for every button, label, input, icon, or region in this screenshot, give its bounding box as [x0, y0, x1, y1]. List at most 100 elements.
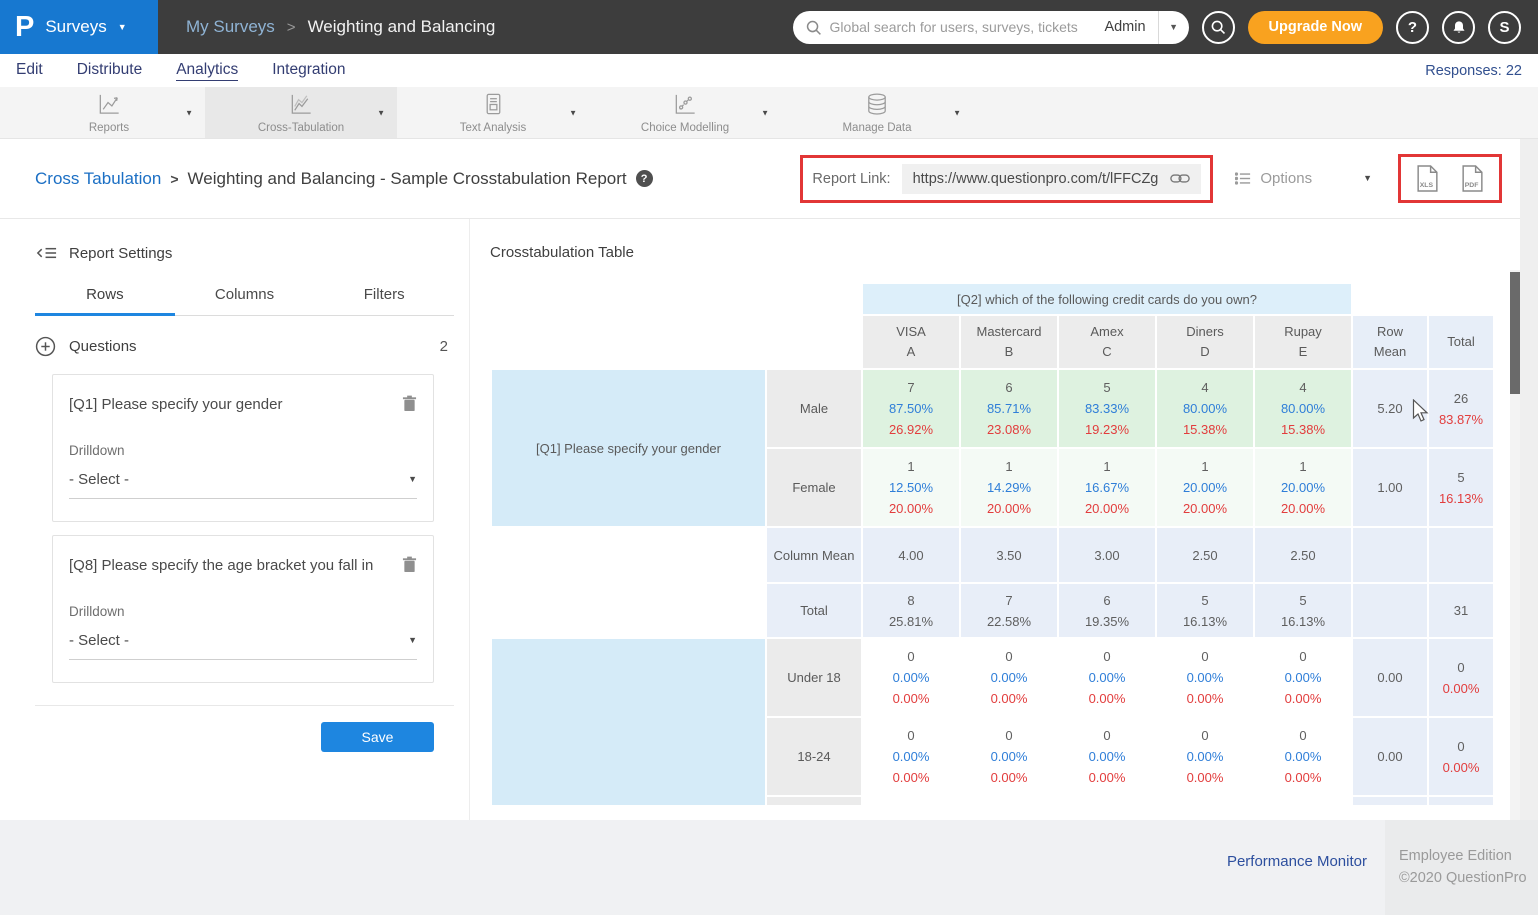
xtab-row-label: Female: [767, 449, 861, 526]
trash-icon: [402, 395, 417, 412]
xtab-spacer: [1353, 284, 1493, 314]
help-icon[interactable]: ?: [636, 170, 653, 187]
xtab-data-cell: 685.71%23.08%: [961, 370, 1057, 447]
col-header-diners: DinersD: [1157, 316, 1253, 368]
nav-item-distribute[interactable]: Distribute: [77, 61, 142, 81]
toolbar-item-reports[interactable]: Reports ▼: [13, 87, 205, 138]
global-search[interactable]: Admin ▼: [793, 11, 1189, 44]
question-title: [Q8] Please specify the age bracket you …: [69, 556, 373, 575]
toolbar-item-choice-modelling[interactable]: Choice Modelling ▼: [589, 87, 781, 138]
collapse-panel-icon: [35, 244, 58, 262]
xtab-row: [Q1] Please specify your genderMale787.5…: [492, 370, 1493, 447]
xtab-data-cell: [1059, 797, 1155, 805]
link-icon[interactable]: [1170, 173, 1190, 184]
crosstabulation-table: [Q2] which of the following credit cards…: [490, 282, 1495, 807]
questions-label: Questions: [69, 338, 137, 355]
search-button[interactable]: [1202, 11, 1235, 44]
tab-columns[interactable]: Columns: [175, 286, 315, 316]
nav-item-edit[interactable]: Edit: [16, 61, 43, 81]
chevron-down-icon[interactable]: ▼: [377, 108, 385, 117]
global-search-input[interactable]: [822, 19, 1093, 35]
account-avatar[interactable]: S: [1488, 11, 1521, 44]
edition-label: Employee Edition: [1399, 845, 1538, 867]
xtab-data-cell: 480.00%15.38%: [1255, 370, 1351, 447]
report-title: Weighting and Balancing - Sample Crossta…: [188, 169, 627, 189]
toolbar-item-manage-data[interactable]: Manage Data ▼: [781, 87, 973, 138]
analytics-toolbar: Reports ▼ Cross-Tabulation ▼ Text Analys…: [0, 87, 1538, 139]
chevron-down-icon: ▼: [1363, 174, 1372, 183]
tab-rows[interactable]: Rows: [35, 286, 175, 316]
question-card-q8: [Q8] Please specify the age bracket you …: [52, 535, 434, 683]
xtab-data-cell: 00.00%0.00%: [1059, 639, 1155, 716]
chevron-down-icon[interactable]: ▼: [569, 108, 577, 117]
xtab-row-label: Male: [767, 370, 861, 447]
text-analysis-icon: [479, 91, 507, 118]
search-scope-value[interactable]: Admin: [1092, 19, 1157, 35]
avatar-initial: S: [1499, 19, 1509, 36]
delete-question-button[interactable]: [392, 556, 417, 578]
save-button[interactable]: Save: [321, 722, 434, 752]
report-link-field[interactable]: https://www.questionpro.com/t/lFFCZg: [902, 164, 1202, 194]
xtab-data-cell: 3.50: [961, 528, 1057, 582]
nav-item-integration[interactable]: Integration: [272, 61, 345, 81]
xtab-banner-row: [Q2] which of the following credit cards…: [492, 284, 1493, 314]
options-label: Options: [1260, 170, 1312, 187]
xtab-total-row: Total825.81%722.58%619.35%516.13%516.13%…: [492, 584, 1493, 637]
xtab-row-mean-cell: 0.00: [1353, 718, 1427, 795]
chevron-down-icon: ▼: [1169, 23, 1178, 32]
xtab-row: Under 1800.00%0.00%00.00%0.00%00.00%0.00…: [492, 639, 1493, 716]
help-button[interactable]: ?: [1396, 11, 1429, 44]
trash-icon: [402, 556, 417, 573]
toolbar-item-cross-tabulation[interactable]: Cross-Tabulation ▼: [205, 87, 397, 138]
cross-tabulation-link[interactable]: Cross Tabulation: [35, 169, 161, 189]
xtab-row-mean-cell: 5.20: [1353, 370, 1427, 447]
search-icon: [805, 19, 822, 36]
chevron-down-icon[interactable]: ▼: [761, 108, 769, 117]
database-icon: [863, 91, 891, 118]
notifications-button[interactable]: [1442, 11, 1475, 44]
export-pdf-button[interactable]: PDF: [1461, 165, 1484, 192]
xtab-row-mean-cell: 0.00: [1353, 639, 1427, 716]
scrollbar-thumb[interactable]: [1510, 272, 1520, 394]
app-logo-menu[interactable]: P Surveys ▼: [0, 0, 158, 54]
drilldown-select[interactable]: - Select - ▼: [69, 632, 417, 660]
upgrade-now-button[interactable]: Upgrade Now: [1248, 11, 1383, 44]
xtab-row-mean-cell: [1353, 797, 1427, 805]
report-settings-header[interactable]: Report Settings: [35, 244, 454, 262]
vertical-scrollbar[interactable]: [1510, 270, 1520, 820]
responses-count: Responses: 22: [1425, 63, 1522, 79]
edition-box: Employee Edition ©2020 QuestionPro: [1385, 820, 1538, 915]
xtab-data-cell: 583.33%19.23%: [1059, 370, 1155, 447]
breadcrumb-my-surveys[interactable]: My Surveys: [186, 17, 275, 37]
xtab-data-cell: 120.00%20.00%: [1157, 449, 1253, 526]
settings-tabs: Rows Columns Filters: [35, 286, 454, 316]
options-list-icon: [1235, 172, 1251, 185]
xtab-data-cell: 3.00: [1059, 528, 1155, 582]
question-mark-icon: ?: [1408, 19, 1417, 36]
chevron-down-icon[interactable]: ▼: [953, 108, 961, 117]
breadcrumb: My Surveys > Weighting and Balancing: [186, 17, 495, 37]
questions-row: Questions 2: [35, 336, 454, 357]
drilldown-select-value: - Select -: [69, 471, 129, 488]
nav-item-analytics[interactable]: Analytics: [176, 61, 238, 81]
survey-nav: Edit Distribute Analytics Integration Re…: [0, 54, 1538, 87]
drilldown-select[interactable]: - Select - ▼: [69, 471, 417, 499]
toolbar-item-text-analysis[interactable]: Text Analysis ▼: [397, 87, 589, 138]
report-link-url[interactable]: https://www.questionpro.com/t/lFFCZg: [913, 171, 1159, 187]
xtab-data-cell: 2.50: [1157, 528, 1253, 582]
chevron-down-icon[interactable]: ▼: [185, 108, 193, 117]
tab-filters[interactable]: Filters: [314, 286, 454, 316]
search-scope-dropdown[interactable]: ▼: [1159, 11, 1189, 44]
options-dropdown[interactable]: Options ▼: [1235, 170, 1372, 187]
export-xls-button[interactable]: XLS: [1416, 165, 1439, 192]
delete-question-button[interactable]: [392, 395, 417, 417]
toolbar-label: Text Analysis: [460, 122, 526, 134]
performance-monitor-link[interactable]: Performance Monitor: [1227, 853, 1367, 870]
xtab-row-label: [767, 797, 861, 805]
add-question-icon[interactable]: [35, 336, 56, 357]
xtab-data-cell: 00.00%0.00%: [961, 718, 1057, 795]
question-card-q1: [Q1] Please specify your gender Drilldow…: [52, 374, 434, 522]
xtab-data-cell: 00.00%0.00%: [1255, 718, 1351, 795]
report-link-highlight-box: Report Link: https://www.questionpro.com…: [800, 155, 1213, 203]
xtab-header-row: VISAA MastercardB AmexC DinersD RupayE R…: [492, 316, 1493, 368]
